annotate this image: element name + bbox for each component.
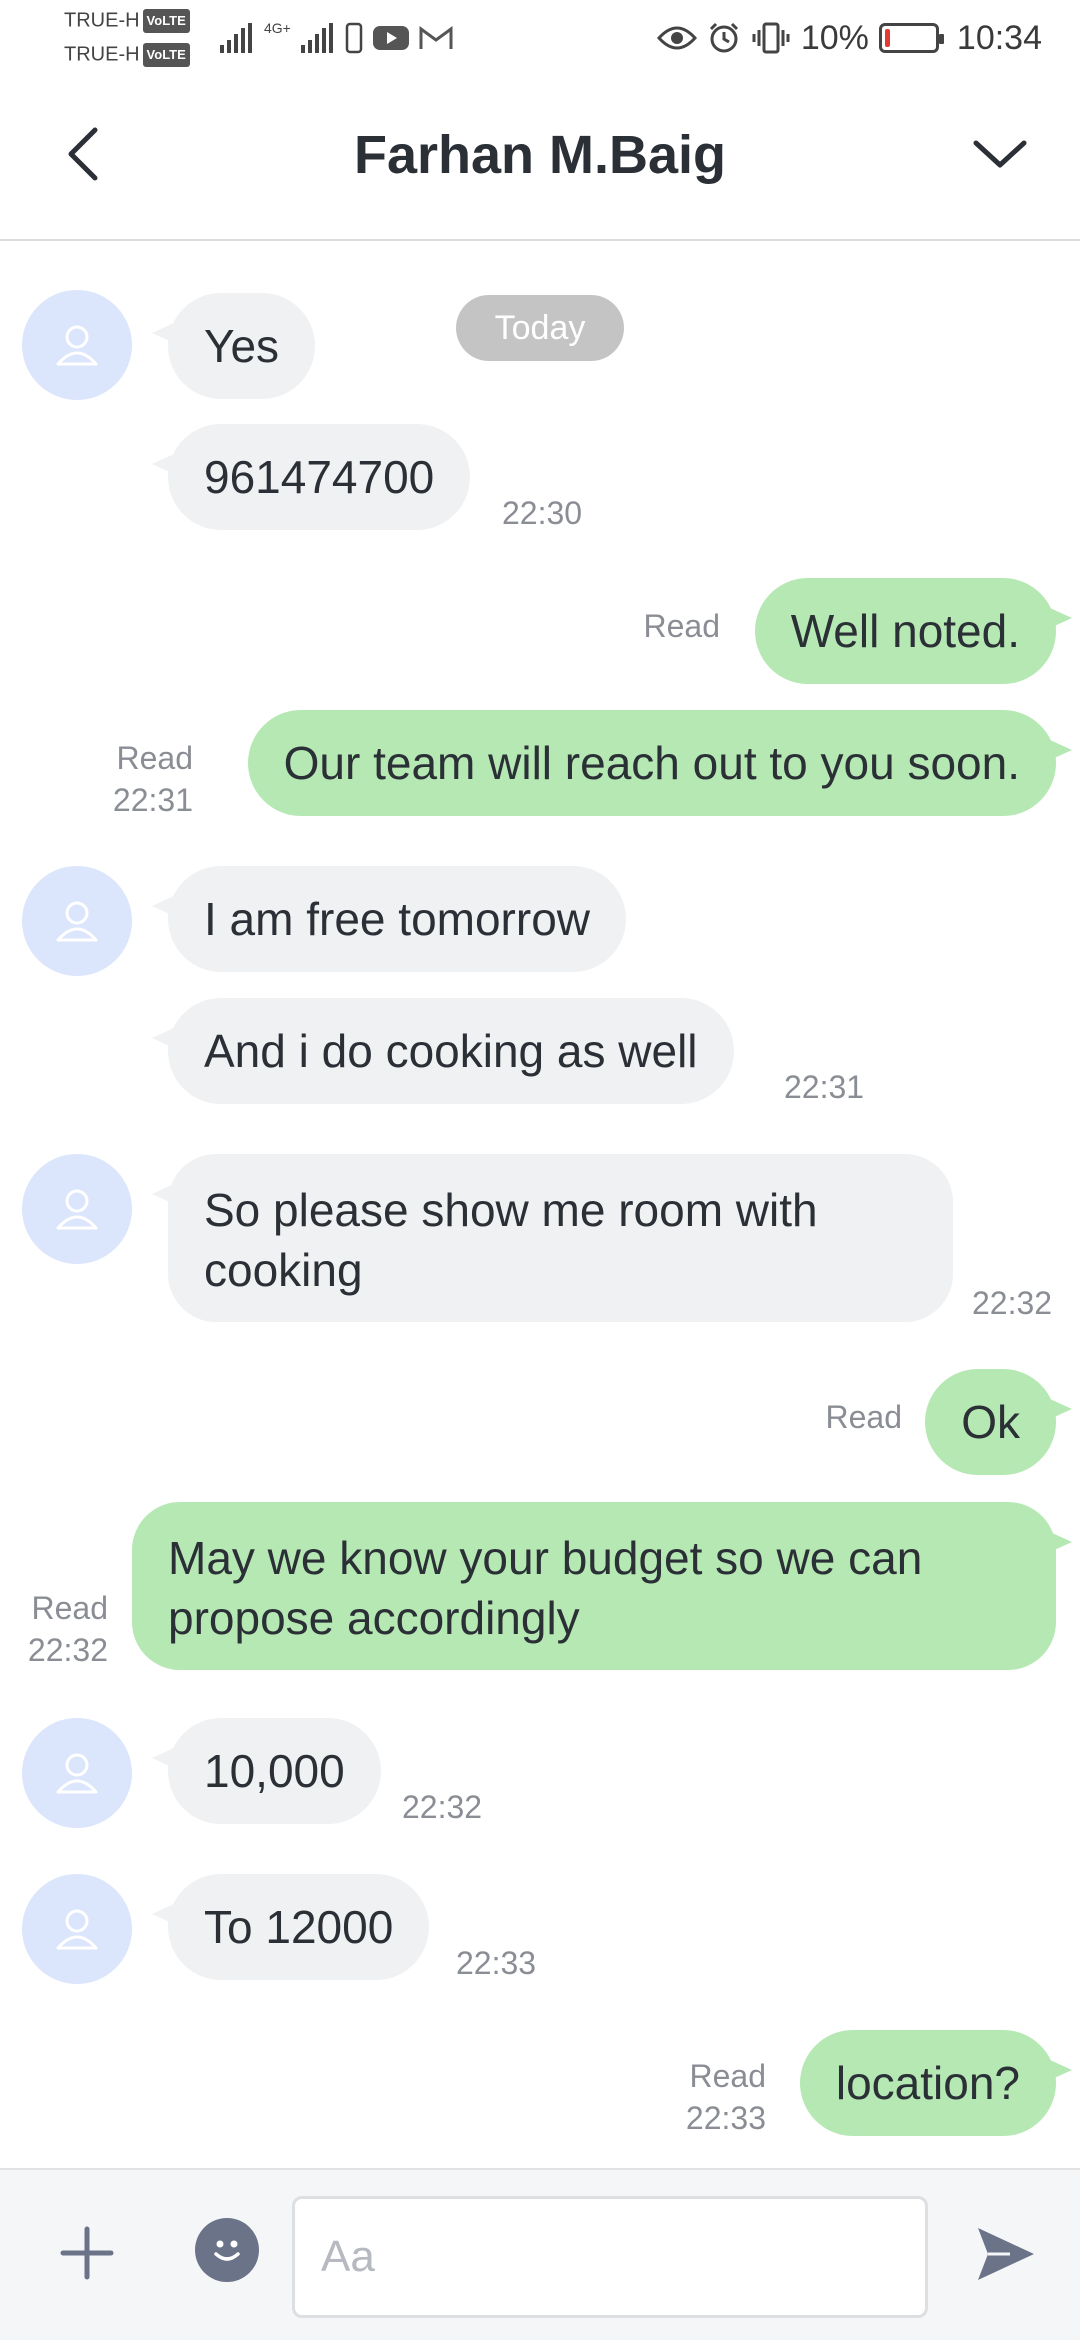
carrier-name-1: TRUE-H xyxy=(64,9,140,32)
chat-title: Farhan M.Baig xyxy=(353,125,727,185)
send-button[interactable] xyxy=(966,2214,1046,2294)
chat-header: Farhan M.Baig xyxy=(0,76,1080,241)
volte-badge-1: VoLTE xyxy=(142,9,190,33)
status-bar: TRUE-H VoLTE TRUE-H VoLTE 4G+ 10% 10:34 xyxy=(0,0,1080,76)
read-status: Read xyxy=(643,608,721,644)
message-text: To 12000 xyxy=(204,1901,394,1953)
message-text: Our team will reach out to you soon. xyxy=(283,737,1020,789)
message-text: Well noted. xyxy=(790,605,1020,657)
battery-level-fill xyxy=(884,29,890,47)
emoji-button[interactable] xyxy=(195,2218,259,2282)
message-bubble-incoming[interactable]: I am free tomorrow xyxy=(152,866,626,972)
carrier-label-1: TRUE-H VoLTE xyxy=(64,9,190,33)
message-meta: Read 22:31 xyxy=(113,737,193,821)
youtube-icon xyxy=(372,26,409,50)
message-text: I am free tomorrow xyxy=(204,893,590,945)
read-status: Read xyxy=(825,1399,903,1435)
user-icon xyxy=(56,325,98,366)
carrier-name-2: TRUE-H xyxy=(64,43,140,66)
message-text: 10,000 xyxy=(204,1745,345,1797)
message-bubble-incoming[interactable]: And i do cooking as well xyxy=(152,998,734,1104)
user-icon xyxy=(56,1753,98,1794)
user-icon xyxy=(56,901,98,942)
read-status: Read xyxy=(116,740,194,776)
message-time: 22:33 xyxy=(456,1945,537,1981)
alarm-icon xyxy=(709,22,738,53)
avatar[interactable] xyxy=(22,1154,132,1264)
message-time: 22:32 xyxy=(972,1285,1053,1321)
clock: 10:34 xyxy=(956,18,1042,57)
message-time: 22:31 xyxy=(112,782,193,818)
message-text: 961474700 xyxy=(204,451,435,503)
message-time: 22:33 xyxy=(685,2100,766,2136)
volte-badge-2: VoLTE xyxy=(142,43,190,67)
message-bubble-incoming[interactable]: So please show me room with cooking xyxy=(152,1154,953,1322)
read-status: Read xyxy=(31,1590,109,1626)
attach-button[interactable] xyxy=(52,2218,122,2288)
message-meta: Read 22:33 xyxy=(686,2055,766,2139)
message-bubble-outgoing[interactable]: Our team will reach out to you soon. xyxy=(247,710,1073,816)
message-time: 22:32 xyxy=(27,1632,108,1668)
message-bubble-incoming[interactable]: 10,000 xyxy=(152,1718,381,1824)
message-bubble-outgoing[interactable]: Ok xyxy=(925,1369,1072,1475)
signal-icon xyxy=(220,23,252,53)
emoji-icon xyxy=(214,2240,240,2261)
message-text: cooking xyxy=(204,1244,363,1296)
message-bubble-outgoing[interactable]: location? xyxy=(799,2030,1073,2136)
network-type-label: 4G+ xyxy=(264,20,291,36)
message-meta: Read 22:32 xyxy=(28,1587,108,1671)
user-icon xyxy=(56,1909,98,1950)
message-composer xyxy=(0,2168,1080,2340)
message-bubble-incoming[interactable]: 961474700 xyxy=(151,424,471,530)
carrier-label-2: TRUE-H VoLTE xyxy=(64,43,190,67)
signal-icon-2 xyxy=(300,23,333,53)
avatar[interactable] xyxy=(22,866,132,976)
read-status: Read xyxy=(689,2058,767,2094)
message-bubble-incoming[interactable]: Yes xyxy=(151,293,316,399)
phone-icon xyxy=(345,22,363,54)
message-time: 22:32 xyxy=(402,1789,483,1825)
message-text: propose accordingly xyxy=(168,1592,580,1644)
message-time: 22:31 xyxy=(784,1069,865,1105)
status-icons-left: 4G+ xyxy=(220,18,453,58)
message-bubble-outgoing[interactable]: May we know your budget so we can propos… xyxy=(132,1502,1072,1670)
expand-menu-button[interactable] xyxy=(960,116,1040,191)
avatar[interactable] xyxy=(22,290,132,400)
chevron-down-icon xyxy=(973,140,1027,167)
message-input[interactable] xyxy=(292,2196,928,2318)
message-bubble-incoming[interactable]: To 12000 xyxy=(151,1874,430,1980)
message-text: Ok xyxy=(961,1396,1020,1448)
status-icons-right: 10% 10:34 xyxy=(656,14,1042,62)
battery-percent: 10% xyxy=(800,18,869,57)
message-text: Yes xyxy=(204,320,280,372)
message-text: location? xyxy=(835,2057,1020,2109)
plus-icon xyxy=(60,2226,114,2280)
message-list[interactable]: Yes Today 961474700 22:30 Read Well note… xyxy=(0,243,1080,2168)
message-text: May we know your budget so we can xyxy=(168,1532,923,1584)
avatar[interactable] xyxy=(22,1718,132,1828)
date-divider: Today xyxy=(456,295,624,361)
battery-icon xyxy=(878,23,944,53)
message-text: So please show me room with xyxy=(204,1184,818,1236)
send-icon xyxy=(978,2228,1034,2280)
message-bubble-outgoing[interactable]: Well noted. xyxy=(754,578,1073,684)
eye-icon xyxy=(656,26,697,50)
message-text: And i do cooking as well xyxy=(204,1025,698,1077)
user-icon xyxy=(56,1189,98,1230)
avatar[interactable] xyxy=(22,1874,132,1984)
gmail-icon xyxy=(419,26,453,49)
message-time: 22:30 xyxy=(502,495,583,531)
vibrate-icon xyxy=(752,22,790,54)
